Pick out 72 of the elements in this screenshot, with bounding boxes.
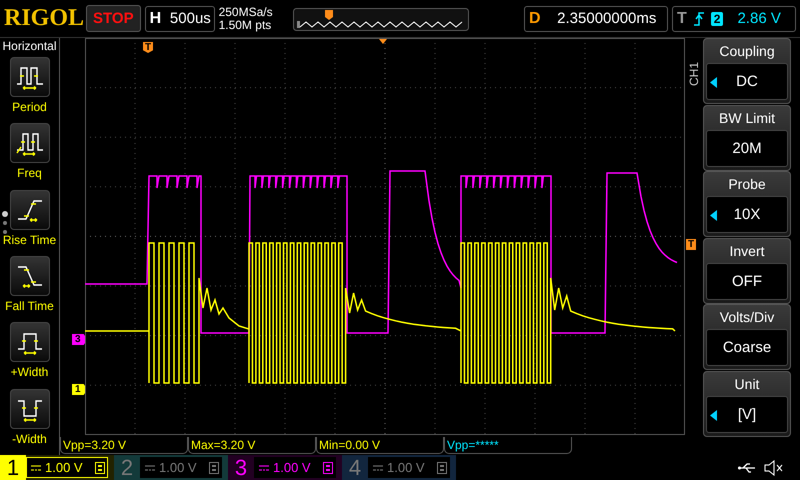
measurement-readout: Vpp=3.20 V	[60, 436, 188, 454]
volts-per-division: 1.00 V	[159, 460, 197, 475]
menu-value: Coarse	[706, 329, 788, 366]
menu-value: 20M	[706, 130, 788, 166]
menu-label: Freq	[17, 166, 42, 180]
menu-label: -Width	[12, 432, 47, 446]
trigger-position-icon	[379, 39, 387, 44]
sample-rate: 250MSa/s	[218, 6, 274, 18]
volts-per-division: 1.00 V	[273, 460, 311, 475]
measurement-readout: Vpp=*****	[444, 436, 572, 454]
page-indicator-icon	[1, 210, 9, 236]
measurement-readout: Max=3.20 V	[188, 436, 316, 454]
measure-button[interactable]	[10, 123, 50, 164]
menu-value: 10X	[706, 196, 788, 233]
horizontal-label: H	[150, 10, 162, 28]
bandwidth-limit-icon	[94, 462, 105, 474]
measure-button[interactable]	[10, 190, 50, 230]
mute-icon	[764, 460, 784, 476]
measure-button[interactable]	[10, 388, 50, 429]
trigger-label: T	[677, 10, 687, 28]
bandwidth-limit-icon	[208, 462, 219, 474]
delay-label: D	[529, 10, 541, 28]
menu-title: Horizontal	[2, 39, 57, 53]
channel-tab[interactable]: 2 1.00 V	[114, 455, 228, 480]
menu-button[interactable]: Probe 10X	[703, 171, 791, 237]
menu-label: +Width	[10, 365, 48, 380]
bandwidth-limit-icon	[436, 462, 447, 474]
menu-label: Fall Time	[5, 298, 54, 313]
menu-value: [V]	[706, 396, 788, 432]
measure-button[interactable]	[10, 256, 50, 296]
dc-coupling-icon	[259, 464, 269, 470]
trigger-marker[interactable]: T	[143, 42, 154, 53]
measure-button[interactable]	[10, 322, 50, 362]
menu-title: Coupling	[719, 42, 775, 61]
menu-button[interactable]: BW Limit 20M	[703, 104, 791, 170]
bandwidth-limit-icon	[322, 462, 333, 474]
measure-button[interactable]	[10, 57, 50, 97]
dc-coupling-icon	[31, 464, 41, 470]
menu-button[interactable]: Volts/Div Coarse	[703, 304, 791, 370]
channel-tab[interactable]: 4 1.00 V	[342, 455, 456, 480]
trigger-source: 2	[710, 12, 724, 26]
measurement-readout: Min=0.00 V	[316, 436, 444, 454]
usb-icon	[738, 462, 756, 472]
menu-value: DC	[706, 63, 788, 100]
menu-title: Volts/Div	[720, 308, 774, 327]
menu-title: Unit	[734, 374, 760, 394]
rigol-logo: RIGOL	[4, 5, 82, 32]
trigger-marker[interactable]: T	[686, 239, 696, 250]
channel-number: 1	[0, 455, 26, 480]
channel-number: 4	[348, 455, 362, 480]
channel-number: 3	[234, 455, 248, 480]
menu-label: Rise Time	[2, 232, 56, 247]
menu-label: Period	[12, 100, 47, 114]
rising-edge-icon	[692, 10, 705, 26]
menu-title: Probe	[728, 175, 766, 194]
menu-button[interactable]: Invert OFF	[703, 238, 791, 304]
menu-title: BW Limit	[719, 108, 775, 128]
volts-per-division: 1.00 V	[387, 460, 425, 475]
menu-value: OFF	[706, 262, 788, 300]
menu-title: Invert	[729, 242, 764, 260]
dc-coupling-icon	[373, 464, 383, 470]
trigger-level-value: 2.86 V	[737, 10, 781, 27]
dc-coupling-icon	[145, 464, 155, 470]
menu-button[interactable]: Unit [V]	[703, 370, 791, 436]
channel-tab[interactable]: 3 1.00 V	[228, 455, 342, 480]
menu-button[interactable]: Coupling DC	[703, 38, 791, 104]
channel-label: CH1	[687, 62, 701, 86]
channel-tab[interactable]: 1 1.00 V	[0, 455, 114, 480]
volts-per-division: 1.00 V	[45, 460, 83, 475]
run-stop-status[interactable]: STOP	[86, 5, 141, 32]
channel-number: 2	[120, 455, 134, 480]
memory-depth: 1.50M pts	[218, 18, 272, 32]
